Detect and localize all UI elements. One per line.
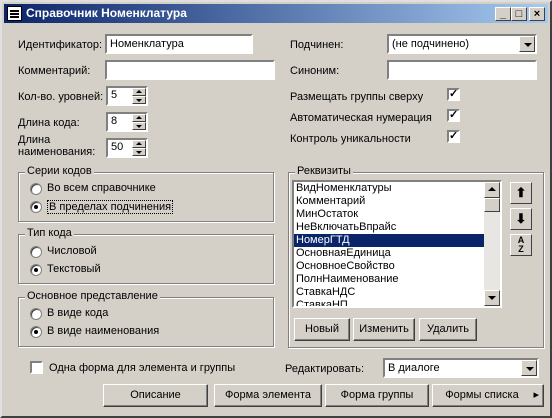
spin-up-icon[interactable] [132, 114, 146, 122]
main-view-title: Основное представление [25, 290, 160, 302]
radio-within-parent[interactable] [30, 201, 42, 213]
radio-numeric[interactable] [30, 246, 42, 258]
groups-top-checkbox[interactable]: ✓ [447, 88, 460, 101]
radio-within-parent-label[interactable]: В пределах подчинения [47, 200, 174, 214]
spin-up-icon[interactable] [132, 88, 146, 96]
comment-field[interactable] [105, 60, 275, 80]
requisite-item[interactable]: НеВключатьВпрайс [294, 221, 500, 234]
one-form-checkbox[interactable] [30, 361, 43, 374]
radio-numeric-label[interactable]: Числовой [47, 245, 97, 257]
window-title: Справочник Номенклатура [26, 6, 187, 20]
uniqueness-label: Контроль уникальности [290, 133, 411, 145]
levels-spinner[interactable]: 5 [106, 86, 148, 106]
sort-az-icon[interactable]: AZ [510, 234, 532, 256]
scroll-up-icon[interactable] [484, 182, 500, 198]
radio-text-label[interactable]: Текстовый [47, 263, 101, 275]
spin-down-icon[interactable] [132, 96, 146, 104]
close-button[interactable]: × [529, 7, 545, 21]
main-view-group: Основное представление [18, 290, 274, 347]
requisite-item[interactable]: ПолнНаименование [294, 273, 500, 286]
chevron-down-icon[interactable] [521, 360, 537, 376]
radio-as-code[interactable] [30, 308, 42, 320]
arrow-right-icon: ▸ [533, 389, 539, 401]
code-series-title: Серии кодов [25, 165, 94, 177]
maximize-button[interactable]: □ [511, 7, 527, 21]
description-button[interactable]: Описание [103, 384, 208, 407]
code-series-group: Серии кодов [18, 165, 274, 222]
subordinate-combo[interactable]: (не подчинено) [387, 34, 537, 54]
synonym-field[interactable] [387, 60, 537, 80]
requisite-item[interactable]: МинОстаток [294, 208, 500, 221]
name-length-label: Длина наименования: [18, 134, 96, 158]
name-length-value: 50 [111, 141, 124, 153]
list-forms-label: Формы списка [445, 389, 519, 401]
levels-value: 5 [111, 89, 118, 101]
radio-whole-catalog-label[interactable]: Во всем справочнике [47, 182, 156, 194]
scroll-thumb[interactable] [484, 198, 500, 212]
requisites-items: ВидНоменклатуры Комментарий МинОстаток НеВк… [294, 182, 500, 306]
move-down-icon[interactable]: ⬇ [510, 208, 532, 230]
auto-number-checkbox[interactable]: ✓ [447, 109, 460, 122]
uniqueness-checkbox[interactable]: ✓ [447, 130, 460, 143]
new-button[interactable]: Новый [294, 318, 350, 341]
synonym-label: Синоним: [290, 65, 340, 77]
identifier-field[interactable]: Номенклатура [105, 34, 253, 54]
group-form-button[interactable]: Форма группы [325, 384, 429, 407]
subordinate-value: (не подчинено) [392, 38, 470, 50]
subordinate-label: Подчинен: [290, 39, 344, 51]
levels-label: Кол-во. уровней: [18, 91, 104, 103]
radio-text[interactable] [30, 264, 42, 276]
code-length-spinner[interactable]: 8 [106, 112, 148, 132]
edit-mode-value: В диалоге [388, 362, 440, 374]
spin-up-icon[interactable] [132, 140, 146, 148]
title-bar[interactable]: Справочник Номенклатура _ □ × [4, 4, 548, 23]
code-type-group: Тип кода [18, 227, 274, 284]
edit-mode-label: Редактировать: [285, 363, 365, 375]
list-forms-button[interactable]: Формы списка ▸ [432, 384, 544, 407]
edit-mode-combo[interactable]: В диалоге [383, 358, 539, 378]
requisite-item[interactable]: НомерГТД [294, 234, 500, 247]
list-scrollbar[interactable] [484, 182, 500, 306]
radio-as-name-label[interactable]: В виде наименования [47, 325, 159, 337]
radio-as-code-label[interactable]: В виде кода [47, 307, 108, 319]
identifier-label: Идентификатор: [18, 39, 103, 51]
delete-button[interactable]: Удалить [419, 318, 477, 341]
element-form-button[interactable]: Форма элемента [214, 384, 322, 407]
scroll-down-icon[interactable] [484, 290, 500, 306]
requisite-item[interactable]: СтавкаНП [294, 299, 500, 306]
minimize-button[interactable]: _ [495, 7, 511, 21]
name-length-spinner[interactable]: 50 [106, 138, 148, 158]
radio-as-name[interactable] [30, 326, 42, 338]
requisites-title: Реквизиты [295, 165, 353, 177]
requisite-item[interactable]: СтавкаНДС [294, 286, 500, 299]
requisites-list[interactable]: ВидНоменклатуры Комментарий МинОстаток НеВк… [292, 180, 502, 308]
code-length-value: 8 [111, 115, 118, 127]
move-up-icon[interactable]: ⬆ [510, 182, 532, 204]
catalog-window: Справочник Номенклатура _ □ × Идентифика… [0, 0, 552, 418]
requisite-item[interactable]: ВидНоменклатуры [294, 182, 500, 195]
radio-whole-catalog[interactable] [30, 183, 42, 195]
requisite-item[interactable]: ОсновнаяЕдиница [294, 247, 500, 260]
spin-down-icon[interactable] [132, 148, 146, 156]
spin-down-icon[interactable] [132, 122, 146, 130]
one-form-label: Одна форма для элемента и группы [49, 362, 236, 374]
requisite-item[interactable]: Комментарий [294, 195, 500, 208]
code-type-title: Тип кода [25, 227, 74, 239]
catalog-icon [7, 6, 22, 21]
comment-label: Комментарий: [18, 65, 91, 77]
requisite-item[interactable]: ОсновноеСвойство [294, 260, 500, 273]
code-length-label: Длина кода: [18, 117, 80, 129]
edit-button[interactable]: Изменить [353, 318, 415, 341]
chevron-down-icon[interactable] [519, 36, 535, 52]
groups-top-label: Размещать группы сверху [290, 91, 424, 103]
auto-number-label: Автоматическая нумерация [290, 112, 432, 124]
